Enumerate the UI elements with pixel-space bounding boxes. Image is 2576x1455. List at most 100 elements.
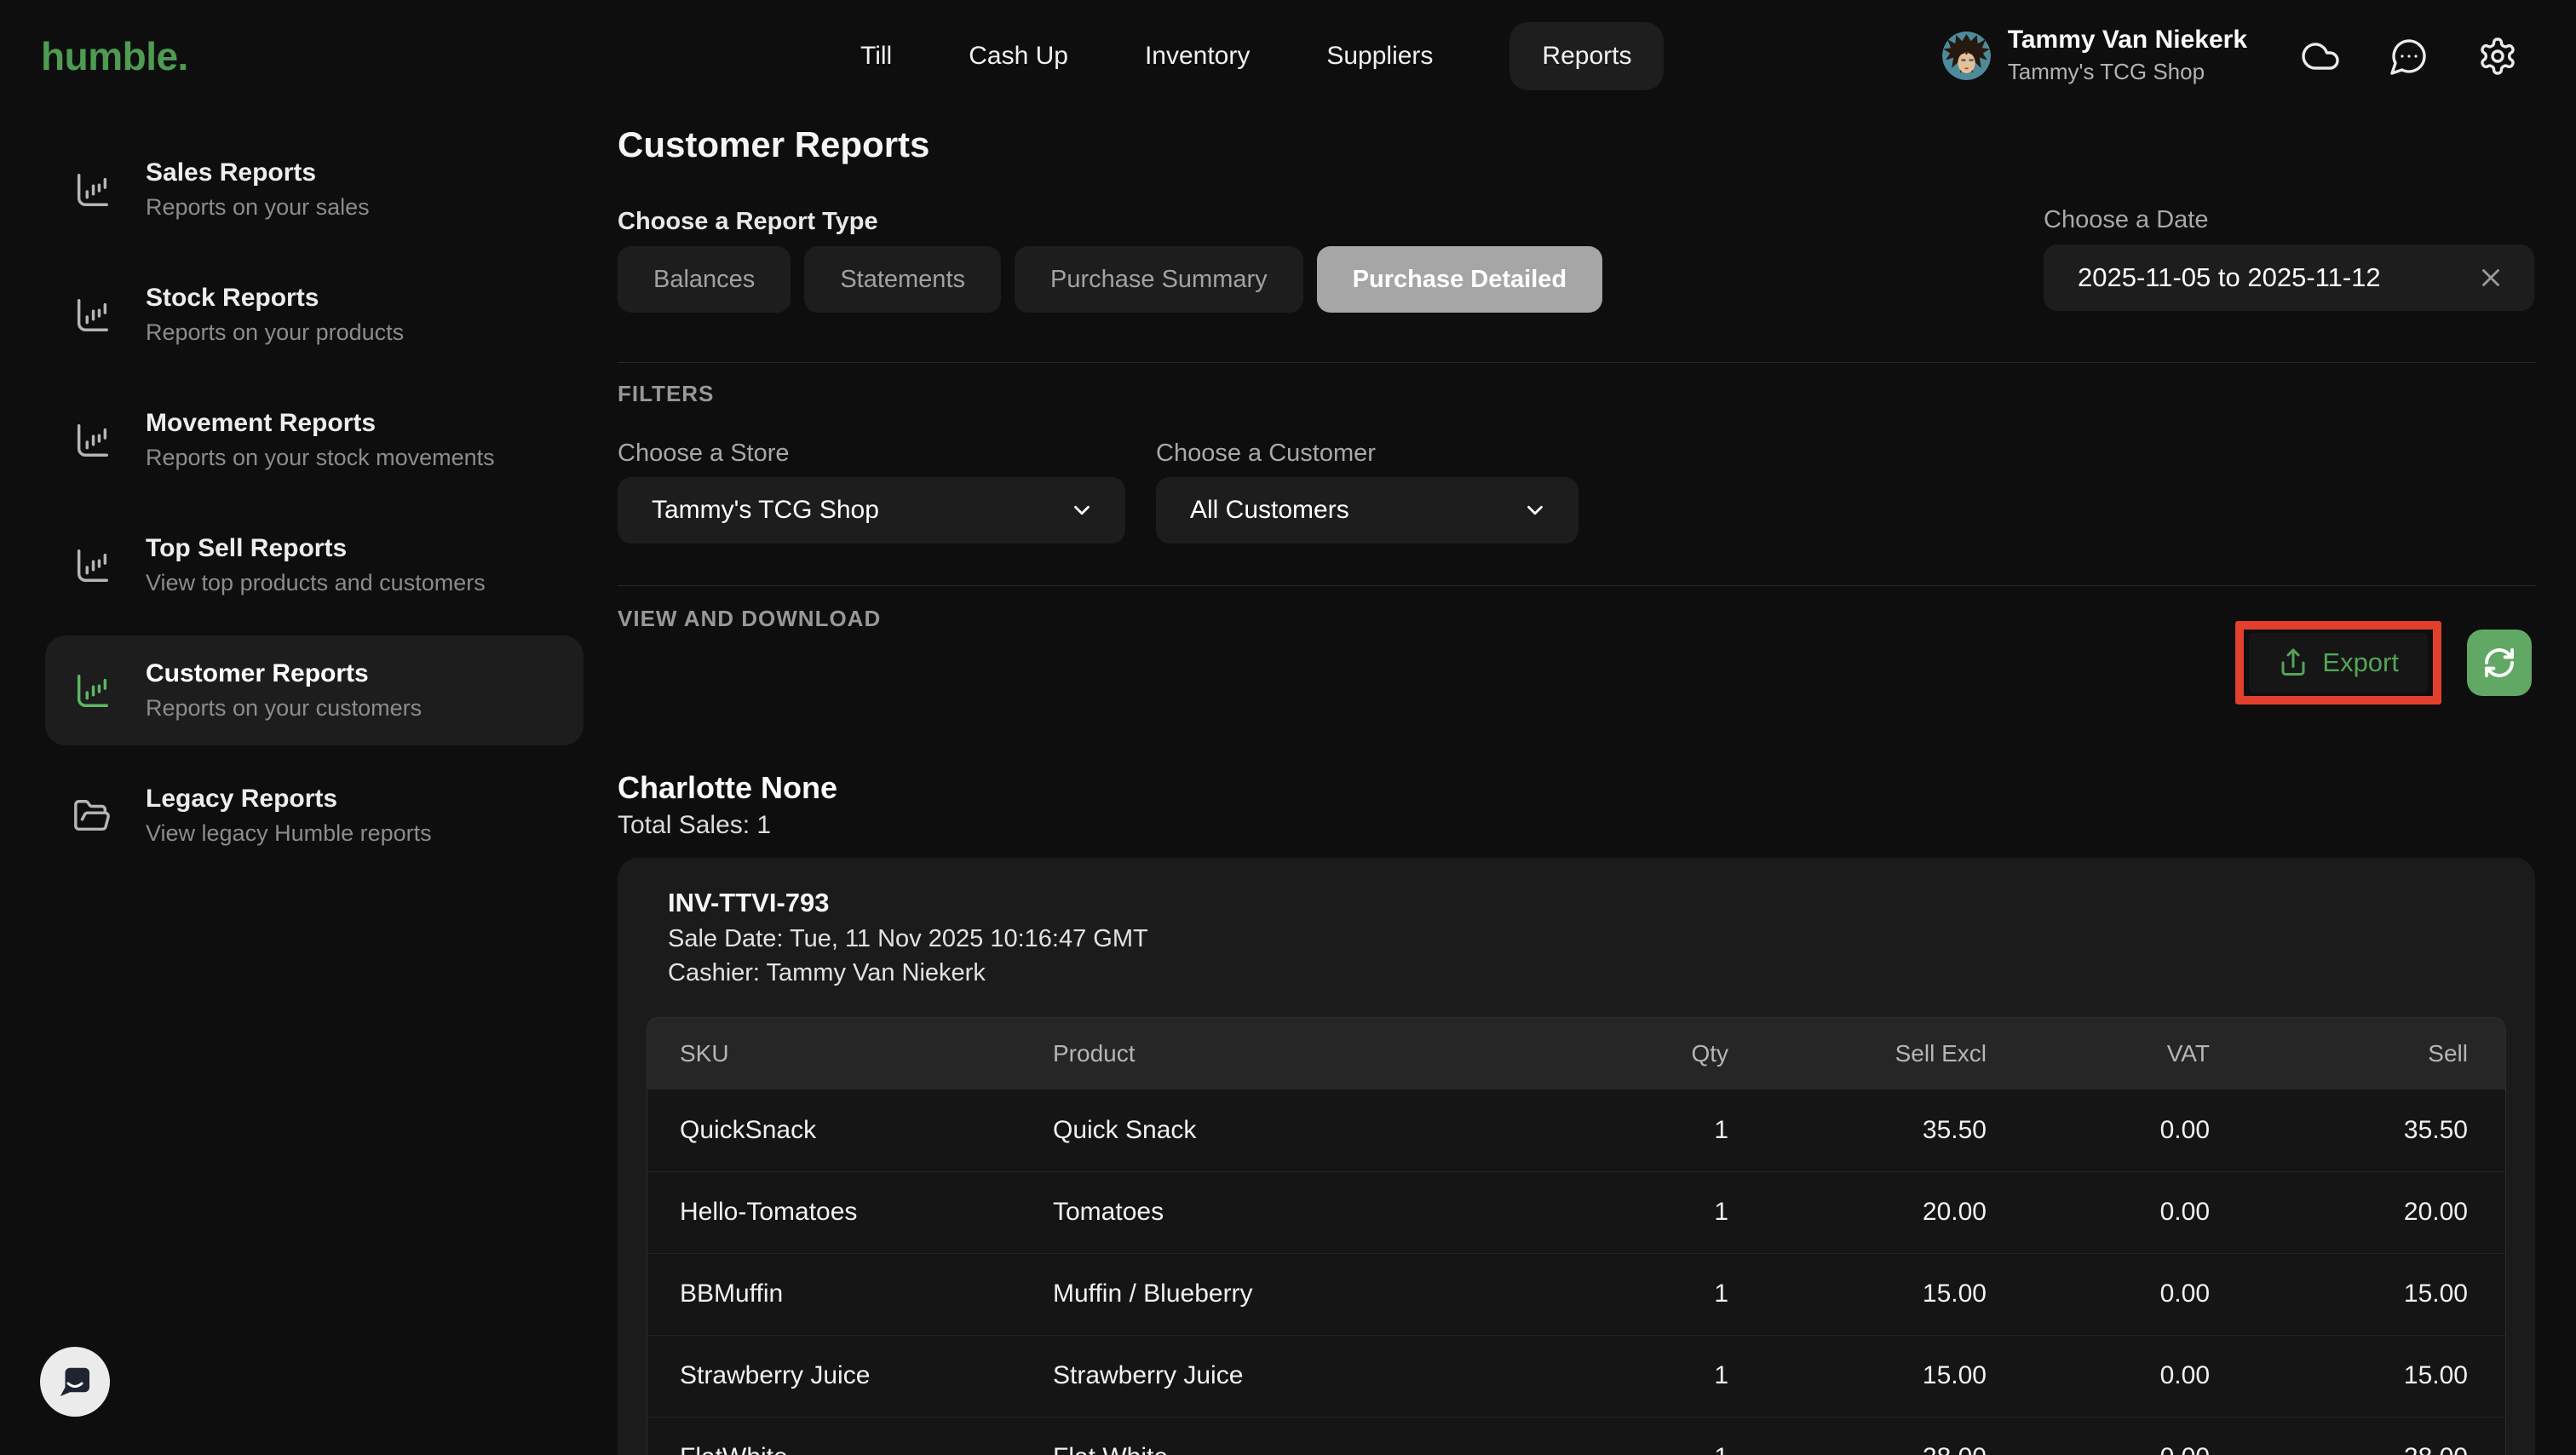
table-row: FlatWhite Flat White 1 28.00 0.00 28.00 (647, 1417, 2505, 1455)
invoice-cashier: Cashier: Tammy Van Niekerk (668, 960, 2506, 986)
cell-product: Tomatoes (1021, 1171, 1502, 1253)
refresh-button[interactable] (2467, 630, 2532, 696)
cell-product: Quick Snack (1021, 1090, 1502, 1171)
sidebar-item-subtitle: View legacy Humble reports (146, 820, 432, 847)
chat-icon[interactable] (2389, 36, 2429, 77)
highlight-annotation-box: Export (2235, 621, 2441, 704)
sidebar-item-stock-reports[interactable]: Stock Reports Reports on your products (0, 252, 613, 377)
sidebar-item-subtitle: Reports on your stock movements (146, 445, 495, 471)
bar-chart-icon (72, 671, 112, 710)
cell-sell: 20.00 (2247, 1171, 2505, 1253)
report-type-purchase-summary-button[interactable]: Purchase Summary (1015, 246, 1303, 313)
cell-sku: FlatWhite (647, 1417, 1021, 1455)
bar-chart-icon (72, 170, 112, 210)
sidebar-item-movement-reports[interactable]: Movement Reports Reports on your stock m… (0, 377, 613, 503)
invoice-table-container: SKU Product Qty Sell Excl VAT Sell Quick… (647, 1017, 2506, 1455)
cell-sku: QuickSnack (647, 1090, 1021, 1171)
support-chat-launcher[interactable] (40, 1347, 110, 1417)
invoice-card: INV-TTVI-793 Sale Date: Tue, 11 Nov 2025… (618, 858, 2535, 1455)
user-name: Tammy Van Niekerk (2008, 26, 2247, 54)
cell-vat: 0.00 (2024, 1253, 2247, 1335)
humble-logo: humble. (41, 33, 188, 79)
folder-icon (72, 797, 112, 836)
table-row: Strawberry Juice Strawberry Juice 1 15.0… (647, 1335, 2505, 1417)
cell-sell-excl: 35.50 (1766, 1090, 2024, 1171)
date-range-input[interactable]: 2025-11-05 to 2025-11-12 (2044, 244, 2534, 311)
main-nav: Till Cash Up Inventory Suppliers Reports (860, 0, 1664, 112)
cell-sell-excl: 15.00 (1766, 1253, 2024, 1335)
sidebar-item-subtitle: Reports on your sales (146, 194, 370, 221)
sidebar-item-customer-reports[interactable]: Customer Reports Reports on your custome… (45, 635, 584, 745)
invoice-table: SKU Product Qty Sell Excl VAT Sell Quick… (647, 1018, 2505, 1455)
cell-sell: 15.00 (2247, 1335, 2505, 1417)
customer-filter-label: Choose a Customer (1156, 440, 1376, 466)
divider (618, 362, 2535, 363)
column-header-sku: SKU (647, 1018, 1021, 1090)
report-type-purchase-detailed-button[interactable]: Purchase Detailed (1317, 246, 1602, 313)
avatar[interactable] (1942, 32, 1991, 80)
cell-sell-excl: 20.00 (1766, 1171, 2024, 1253)
close-icon[interactable] (2476, 263, 2505, 292)
cell-sell: 35.50 (2247, 1090, 2505, 1171)
user-text: Tammy Van Niekerk Tammy's TCG Shop (2008, 26, 2247, 85)
nav-item-suppliers[interactable]: Suppliers (1326, 42, 1433, 71)
nav-item-inventory[interactable]: Inventory (1145, 42, 1250, 71)
nav-item-reports[interactable]: Reports (1509, 22, 1664, 90)
bar-chart-icon (72, 296, 112, 335)
cell-vat: 0.00 (2024, 1417, 2247, 1455)
cell-product: Flat White (1021, 1417, 1502, 1455)
sidebar-item-title: Stock Reports (146, 285, 404, 312)
bar-chart-icon (72, 421, 112, 460)
customer-select-value: All Customers (1190, 496, 1522, 525)
chevron-down-icon (1522, 497, 1548, 523)
date-range-value: 2025-11-05 to 2025-11-12 (2078, 262, 2476, 293)
share-icon (2278, 647, 2309, 678)
cell-sell: 15.00 (2247, 1253, 2505, 1335)
cell-qty: 1 (1502, 1090, 1766, 1171)
total-sales: Total Sales: 1 (618, 812, 2535, 839)
cell-vat: 0.00 (2024, 1090, 2247, 1171)
nav-item-cash-up[interactable]: Cash Up (969, 42, 1068, 71)
invoice-sale-date: Sale Date: Tue, 11 Nov 2025 10:16:47 GMT (668, 926, 2506, 952)
cell-sell-excl: 28.00 (1766, 1417, 2024, 1455)
customer-select[interactable]: All Customers (1156, 477, 1578, 543)
store-select[interactable]: Tammy's TCG Shop (618, 477, 1125, 543)
sidebar-item-title: Top Sell Reports (146, 535, 486, 562)
page-title: Customer Reports (618, 125, 2535, 164)
column-header-product: Product (1021, 1018, 1502, 1090)
invoice-number: INV-TTVI-793 (668, 889, 2506, 917)
sidebar-item-title: Movement Reports (146, 410, 495, 437)
customer-name: Charlotte None (618, 771, 2535, 805)
sidebar-item-title: Legacy Reports (146, 785, 432, 813)
nav-item-till[interactable]: Till (860, 42, 892, 71)
sidebar-item-subtitle: Reports on your customers (146, 695, 422, 722)
chevron-down-icon (1069, 497, 1095, 523)
gear-icon[interactable] (2477, 36, 2518, 77)
report-type-balances-button[interactable]: Balances (618, 246, 791, 313)
cell-qty: 1 (1502, 1335, 1766, 1417)
sidebar-item-title: Sales Reports (146, 159, 370, 187)
main-content: Customer Reports Choose a Report Type Ba… (618, 112, 2535, 1455)
cell-sku: Strawberry Juice (647, 1335, 1021, 1417)
refresh-icon (2482, 646, 2516, 680)
sidebar: Sales Reports Reports on your sales Stoc… (0, 112, 613, 878)
cell-vat: 0.00 (2024, 1171, 2247, 1253)
sidebar-item-top-sell-reports[interactable]: Top Sell Reports View top products and c… (0, 503, 613, 628)
table-header-row: SKU Product Qty Sell Excl VAT Sell (647, 1018, 2505, 1090)
store-select-value: Tammy's TCG Shop (652, 496, 1069, 525)
sidebar-item-legacy-reports[interactable]: Legacy Reports View legacy Humble report… (0, 753, 613, 878)
report-type-statements-button[interactable]: Statements (804, 246, 1001, 313)
table-row: Hello-Tomatoes Tomatoes 1 20.00 0.00 20.… (647, 1171, 2505, 1253)
bar-chart-icon (72, 546, 112, 585)
user-store: Tammy's TCG Shop (2008, 59, 2247, 85)
sidebar-item-title: Customer Reports (146, 660, 422, 687)
export-button[interactable]: Export (2249, 633, 2428, 693)
filter-labels: Choose a Store Choose a Customer (618, 440, 2535, 465)
column-header-qty: Qty (1502, 1018, 1766, 1090)
sidebar-item-sales-reports[interactable]: Sales Reports Reports on your sales (0, 127, 613, 252)
user-cluster[interactable]: Tammy Van Niekerk Tammy's TCG Shop (1942, 0, 2518, 112)
cell-product: Strawberry Juice (1021, 1335, 1502, 1417)
column-header-sell: Sell (2247, 1018, 2505, 1090)
table-row: BBMuffin Muffin / Blueberry 1 15.00 0.00… (647, 1253, 2505, 1335)
cloud-icon[interactable] (2300, 36, 2341, 77)
